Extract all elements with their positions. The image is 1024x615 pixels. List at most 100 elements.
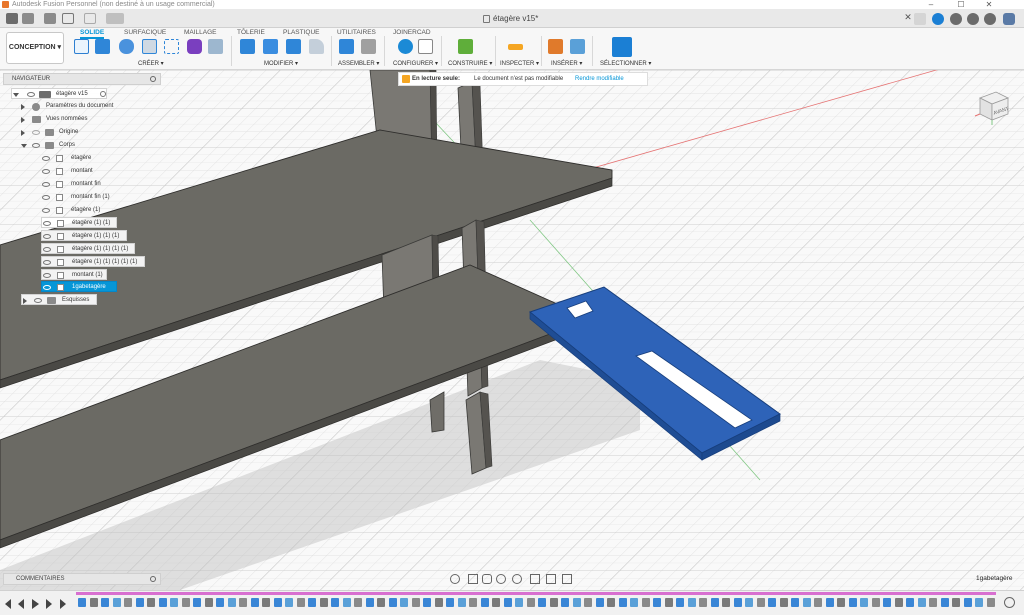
timeline-feature-icon[interactable] — [342, 598, 351, 607]
visibility-eye-icon[interactable] — [34, 298, 42, 303]
group-creer[interactable]: CRÉER ▾ — [138, 60, 164, 68]
timeline-feature-icon[interactable] — [492, 598, 500, 607]
fit-icon[interactable] — [512, 574, 522, 584]
timeline-feature-icon[interactable] — [986, 598, 995, 607]
visibility-eye-icon[interactable] — [43, 273, 51, 278]
measure-icon[interactable] — [508, 44, 523, 50]
timeline-feature-icon[interactable] — [791, 598, 799, 607]
visibility-eye-icon[interactable] — [42, 208, 50, 213]
timeline-feature-icon[interactable] — [400, 598, 408, 607]
minimize-button[interactable]: – — [918, 0, 944, 9]
new-tab-icon[interactable] — [914, 13, 926, 25]
timeline-feature-icon[interactable] — [181, 598, 190, 607]
visibility-eye-icon[interactable] — [27, 92, 35, 97]
timeline-feature-icon[interactable] — [354, 598, 362, 607]
workspace-switcher-button[interactable]: CONCEPTION ▾ — [6, 32, 64, 64]
expand-icon[interactable] — [21, 130, 25, 136]
timeline-feature-icon[interactable] — [193, 598, 201, 607]
tab-utilitaires[interactable]: UTILITAIRES — [337, 29, 376, 37]
undo-icon[interactable] — [62, 13, 74, 24]
sweep-icon[interactable] — [208, 39, 223, 54]
new-component-icon[interactable] — [339, 39, 354, 54]
visibility-eye-icon[interactable] — [42, 156, 50, 161]
viewports-icon[interactable] — [562, 574, 572, 584]
timeline-feature-icon[interactable] — [607, 598, 615, 607]
timeline-feature-icon[interactable] — [469, 598, 477, 607]
visibility-eye-icon[interactable] — [43, 247, 51, 252]
document-tab[interactable]: étagère v15* — [481, 12, 538, 26]
visibility-eye-icon[interactable] — [42, 195, 50, 200]
timeline-feature-icon[interactable] — [641, 598, 650, 607]
extrude-icon[interactable] — [95, 39, 110, 54]
group-configurer[interactable]: CONFIGURER ▾ — [393, 60, 438, 68]
timeline-feature-icon[interactable] — [814, 598, 822, 607]
tree-body-etagere-1-1[interactable]: étagère (1) (1) — [41, 217, 117, 228]
insert-canvas-icon[interactable] — [570, 39, 585, 54]
tab-joinercad[interactable]: JOINERCAD — [393, 29, 431, 37]
tree-body-etagere-1-1-1-1-1[interactable]: étagère (1) (1) (1) (1) (1) — [41, 256, 145, 267]
timeline-feature-icon[interactable] — [848, 598, 857, 607]
notifications-icon[interactable] — [967, 13, 979, 25]
tree-body-etagere-1-1-1-1[interactable]: étagère (1) (1) (1) (1) — [41, 243, 135, 254]
timeline-feature-icon[interactable] — [446, 598, 454, 607]
expand-icon[interactable] — [23, 298, 27, 304]
timeline-feature-icon[interactable] — [423, 598, 431, 607]
timeline-feature-icon[interactable] — [480, 598, 489, 607]
timeline-feature-icon[interactable] — [779, 598, 788, 607]
collapse-icon[interactable] — [13, 93, 19, 97]
timeline-feature-icon[interactable] — [285, 598, 293, 607]
tree-item-esquisses[interactable]: Esquisses — [21, 294, 97, 305]
timeline-feature-icon[interactable] — [952, 598, 960, 607]
revolve-icon[interactable] — [119, 39, 134, 54]
timeline-feature-icon[interactable] — [756, 598, 765, 607]
create-sketch-icon[interactable] — [74, 39, 89, 54]
step-forward-icon[interactable] — [46, 599, 52, 609]
timeline-feature-icon[interactable] — [112, 598, 121, 607]
timeline-feature-icon[interactable] — [158, 598, 167, 607]
visibility-eye-icon[interactable] — [32, 130, 40, 135]
timeline-feature-icon[interactable] — [377, 598, 385, 607]
activate-radio-icon[interactable] — [100, 91, 106, 97]
timeline-feature-icon[interactable] — [216, 598, 224, 607]
timeline-feature-icon[interactable] — [837, 598, 845, 607]
timeline-feature-icon[interactable] — [561, 598, 569, 607]
timeline-feature-icon[interactable] — [710, 598, 719, 607]
redo-icon[interactable] — [84, 13, 96, 24]
fillet-icon[interactable] — [263, 39, 278, 54]
visibility-eye-icon[interactable] — [32, 143, 40, 148]
group-inserer[interactable]: INSÉRER ▾ — [551, 60, 582, 68]
insert-derive-icon[interactable] — [548, 39, 563, 54]
timeline-feature-icon[interactable] — [78, 598, 86, 607]
look-at-icon[interactable] — [468, 574, 478, 584]
timeline-feature-icon[interactable] — [699, 598, 707, 607]
pan-hand-icon[interactable] — [482, 574, 492, 584]
timeline-feature-icon[interactable] — [618, 598, 627, 607]
offset-plane-icon[interactable] — [458, 39, 473, 54]
pattern-icon[interactable] — [164, 39, 179, 54]
timeline-feature-icon[interactable] — [584, 598, 592, 607]
timeline-feature-icon[interactable] — [768, 598, 776, 607]
visibility-eye-icon[interactable] — [43, 221, 51, 226]
navigator-pin-icon[interactable] — [150, 76, 156, 82]
save-icon[interactable] — [44, 13, 56, 24]
group-modifier[interactable]: MODIFIER ▾ — [264, 60, 298, 68]
play-icon[interactable] — [32, 599, 39, 609]
chamfer-icon[interactable] — [286, 39, 301, 54]
shell-icon[interactable] — [309, 39, 324, 54]
press-pull-icon[interactable] — [240, 39, 255, 54]
parameters-icon[interactable] — [418, 39, 433, 54]
timeline-feature-icon[interactable] — [319, 598, 328, 607]
group-inspecter[interactable]: INSPECTER ▾ — [500, 60, 539, 68]
timeline-feature-icon[interactable] — [147, 598, 155, 607]
timeline-feature-icon[interactable] — [239, 598, 247, 607]
tab-maillage[interactable]: MAILLAGE — [184, 29, 217, 37]
extensions-icon[interactable] — [932, 13, 944, 25]
timeline-feature-icon[interactable] — [365, 598, 374, 607]
tree-body-1gabetagere-selected[interactable]: 1gabetagère — [41, 281, 117, 292]
tab-tolerie[interactable]: TÔLERIE — [237, 29, 265, 37]
timeline-feature-icon[interactable] — [101, 598, 109, 607]
visibility-eye-icon[interactable] — [42, 182, 50, 187]
timeline-feature-icon[interactable] — [940, 598, 949, 607]
timeline-feature-icon[interactable] — [917, 598, 926, 607]
go-to-end-icon[interactable] — [60, 599, 66, 609]
